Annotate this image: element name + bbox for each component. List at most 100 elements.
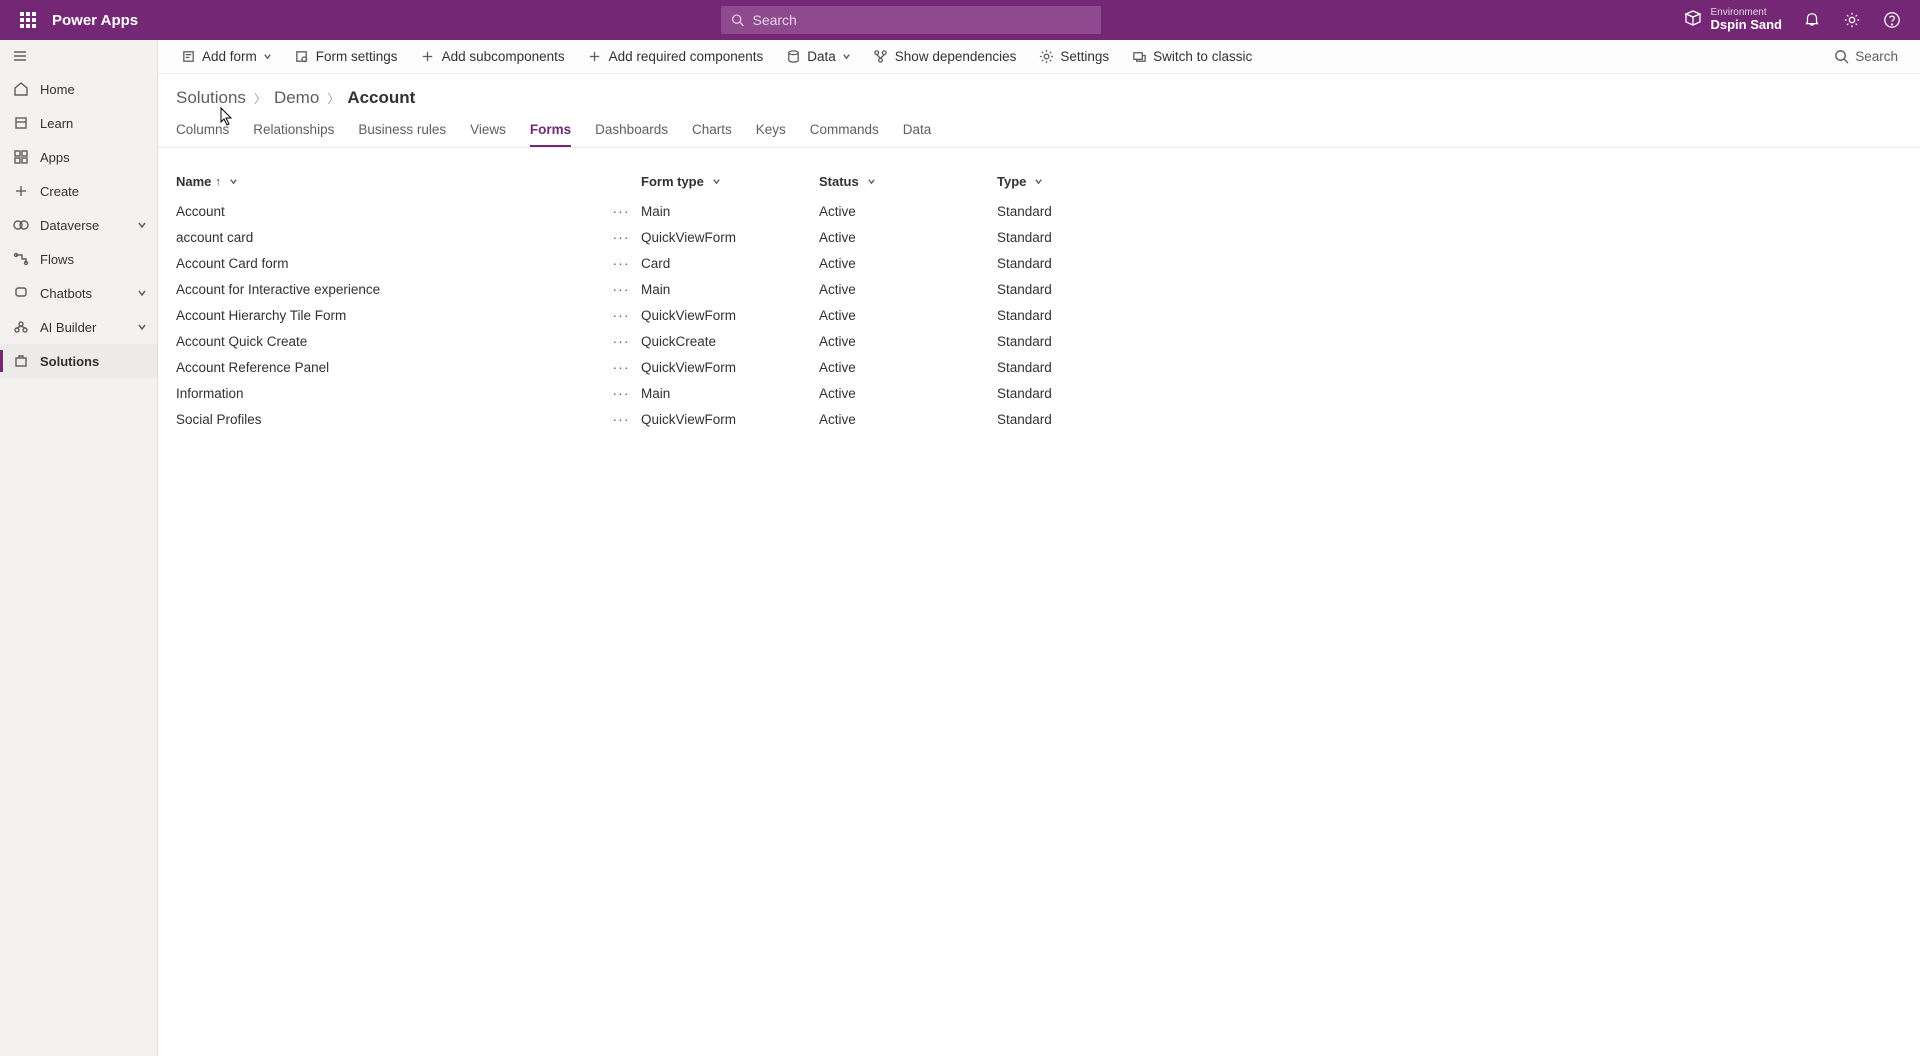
add-required-button[interactable]: Add required components <box>579 40 772 74</box>
sidebar-item-learn[interactable]: Learn <box>0 106 157 140</box>
cell-name[interactable]: Account <box>176 204 609 219</box>
chevron-right-icon: 〉 <box>254 90 266 107</box>
cell-form-type: Card <box>641 256 670 271</box>
tab-columns[interactable]: Columns <box>176 114 229 147</box>
row-more-button[interactable]: ··· <box>609 281 633 297</box>
row-more-button[interactable]: ··· <box>609 255 633 271</box>
cell-type: Standard <box>997 360 1052 375</box>
column-label: Name <box>176 174 211 189</box>
cmd-label: Add subcomponents <box>442 49 565 64</box>
sidebar-item-chatbots[interactable]: Chatbots <box>0 276 157 310</box>
cell-form-type: QuickViewForm <box>641 360 736 375</box>
row-more-button[interactable]: ··· <box>609 203 633 219</box>
table-row[interactable]: Account Card form···CardActiveStandard <box>176 250 1902 276</box>
chatbot-icon <box>12 284 30 302</box>
tab-views[interactable]: Views <box>470 114 506 147</box>
table: Name ↑ Form type Status Type Account··· <box>158 148 1920 1056</box>
cell-type: Standard <box>997 204 1052 219</box>
show-dependencies-button[interactable]: Show dependencies <box>865 40 1025 74</box>
sidebar-item-label: Create <box>40 184 79 199</box>
cell-type: Standard <box>997 282 1052 297</box>
tab-dashboards[interactable]: Dashboards <box>595 114 668 147</box>
app-name[interactable]: Power Apps <box>52 12 138 29</box>
top-search[interactable] <box>721 6 1101 34</box>
sidebar-item-ai-builder[interactable]: AI Builder <box>0 310 157 344</box>
add-form-button[interactable]: Add form <box>172 40 280 74</box>
settings-button[interactable]: Settings <box>1030 40 1117 74</box>
tab-business-rules[interactable]: Business rules <box>358 114 446 147</box>
settings-button[interactable] <box>1832 0 1872 40</box>
row-more-button[interactable]: ··· <box>609 385 633 401</box>
notifications-button[interactable] <box>1792 0 1832 40</box>
add-subcomponents-button[interactable]: Add subcomponents <box>412 40 573 74</box>
table-row[interactable]: Account Reference Panel···QuickViewFormA… <box>176 354 1902 380</box>
sidebar-collapse-button[interactable] <box>0 40 157 72</box>
table-row[interactable]: account card···QuickViewFormActiveStanda… <box>176 224 1902 250</box>
sort-ascending-icon: ↑ <box>215 176 221 188</box>
top-search-input[interactable] <box>752 12 1091 28</box>
tab-relationships[interactable]: Relationships <box>253 114 334 147</box>
table-row[interactable]: Social Profiles···QuickViewFormActiveSta… <box>176 406 1902 432</box>
cell-name[interactable]: Account Hierarchy Tile Form <box>176 308 609 323</box>
form-settings-button[interactable]: Form settings <box>286 40 406 74</box>
switch-classic-button[interactable]: Switch to classic <box>1123 40 1260 74</box>
sidebar-item-flows[interactable]: Flows <box>0 242 157 276</box>
column-label: Status <box>819 174 859 189</box>
app-launcher[interactable] <box>8 0 48 40</box>
cell-name[interactable]: Account Card form <box>176 256 609 271</box>
plus-icon <box>420 49 436 65</box>
cmd-label: Add form <box>202 49 257 64</box>
data-button[interactable]: Data <box>777 40 859 74</box>
chevron-down-icon <box>263 49 272 64</box>
sidebar-item-apps[interactable]: Apps <box>0 140 157 174</box>
help-button[interactable] <box>1872 0 1912 40</box>
row-more-button[interactable]: ··· <box>609 359 633 375</box>
column-header-type[interactable]: Type <box>997 174 1902 189</box>
breadcrumb-demo[interactable]: Demo <box>274 88 319 108</box>
flows-icon <box>12 250 30 268</box>
sidebar-item-home[interactable]: Home <box>0 72 157 106</box>
cell-form-type: QuickViewForm <box>641 412 736 427</box>
environment-picker[interactable]: Environment Dspin Sand <box>1684 7 1782 32</box>
bell-icon <box>1803 11 1821 29</box>
row-more-button[interactable]: ··· <box>609 307 633 323</box>
column-header-status[interactable]: Status <box>819 174 997 189</box>
table-row[interactable]: Account Quick Create···QuickCreateActive… <box>176 328 1902 354</box>
chevron-down-icon <box>137 286 147 301</box>
tab-charts[interactable]: Charts <box>692 114 732 147</box>
breadcrumb-wrap: Solutions 〉 Demo 〉 Account <box>158 74 1920 114</box>
add-form-icon <box>180 49 196 65</box>
cell-name[interactable]: Information <box>176 386 609 401</box>
hamburger-icon <box>12 48 28 64</box>
row-more-button[interactable]: ··· <box>609 229 633 245</box>
breadcrumb-solutions[interactable]: Solutions <box>176 88 246 108</box>
column-header-name[interactable]: Name ↑ <box>176 174 641 189</box>
cell-name[interactable]: Account Reference Panel <box>176 360 609 375</box>
tab-data[interactable]: Data <box>903 114 932 147</box>
tab-forms[interactable]: Forms <box>530 114 571 147</box>
cell-name[interactable]: Social Profiles <box>176 412 609 427</box>
table-row[interactable]: Information···MainActiveStandard <box>176 380 1902 406</box>
tab-commands[interactable]: Commands <box>810 114 879 147</box>
cmd-label: Settings <box>1060 49 1109 64</box>
command-search[interactable]: Search <box>1826 49 1906 64</box>
column-header-form-type[interactable]: Form type <box>641 174 819 189</box>
cmd-label: Switch to classic <box>1153 49 1252 64</box>
table-row[interactable]: Account for Interactive experience···Mai… <box>176 276 1902 302</box>
cell-name[interactable]: Account for Interactive experience <box>176 282 609 297</box>
sidebar-item-create[interactable]: Create <box>0 174 157 208</box>
chevron-down-icon <box>229 174 238 189</box>
sidebar-item-solutions[interactable]: Solutions <box>0 344 157 378</box>
table-row[interactable]: Account Hierarchy Tile Form···QuickViewF… <box>176 302 1902 328</box>
sidebar-item-label: Chatbots <box>40 286 92 301</box>
cell-name[interactable]: account card <box>176 230 609 245</box>
cell-status: Active <box>819 412 856 427</box>
cell-name[interactable]: Account Quick Create <box>176 334 609 349</box>
tabs: Columns Relationships Business rules Vie… <box>158 114 1920 148</box>
row-more-button[interactable]: ··· <box>609 411 633 427</box>
table-row[interactable]: Account···MainActiveStandard <box>176 198 1902 224</box>
sidebar-item-dataverse[interactable]: Dataverse <box>0 208 157 242</box>
row-more-button[interactable]: ··· <box>609 333 633 349</box>
tab-keys[interactable]: Keys <box>756 114 786 147</box>
gear-icon <box>1038 49 1054 65</box>
